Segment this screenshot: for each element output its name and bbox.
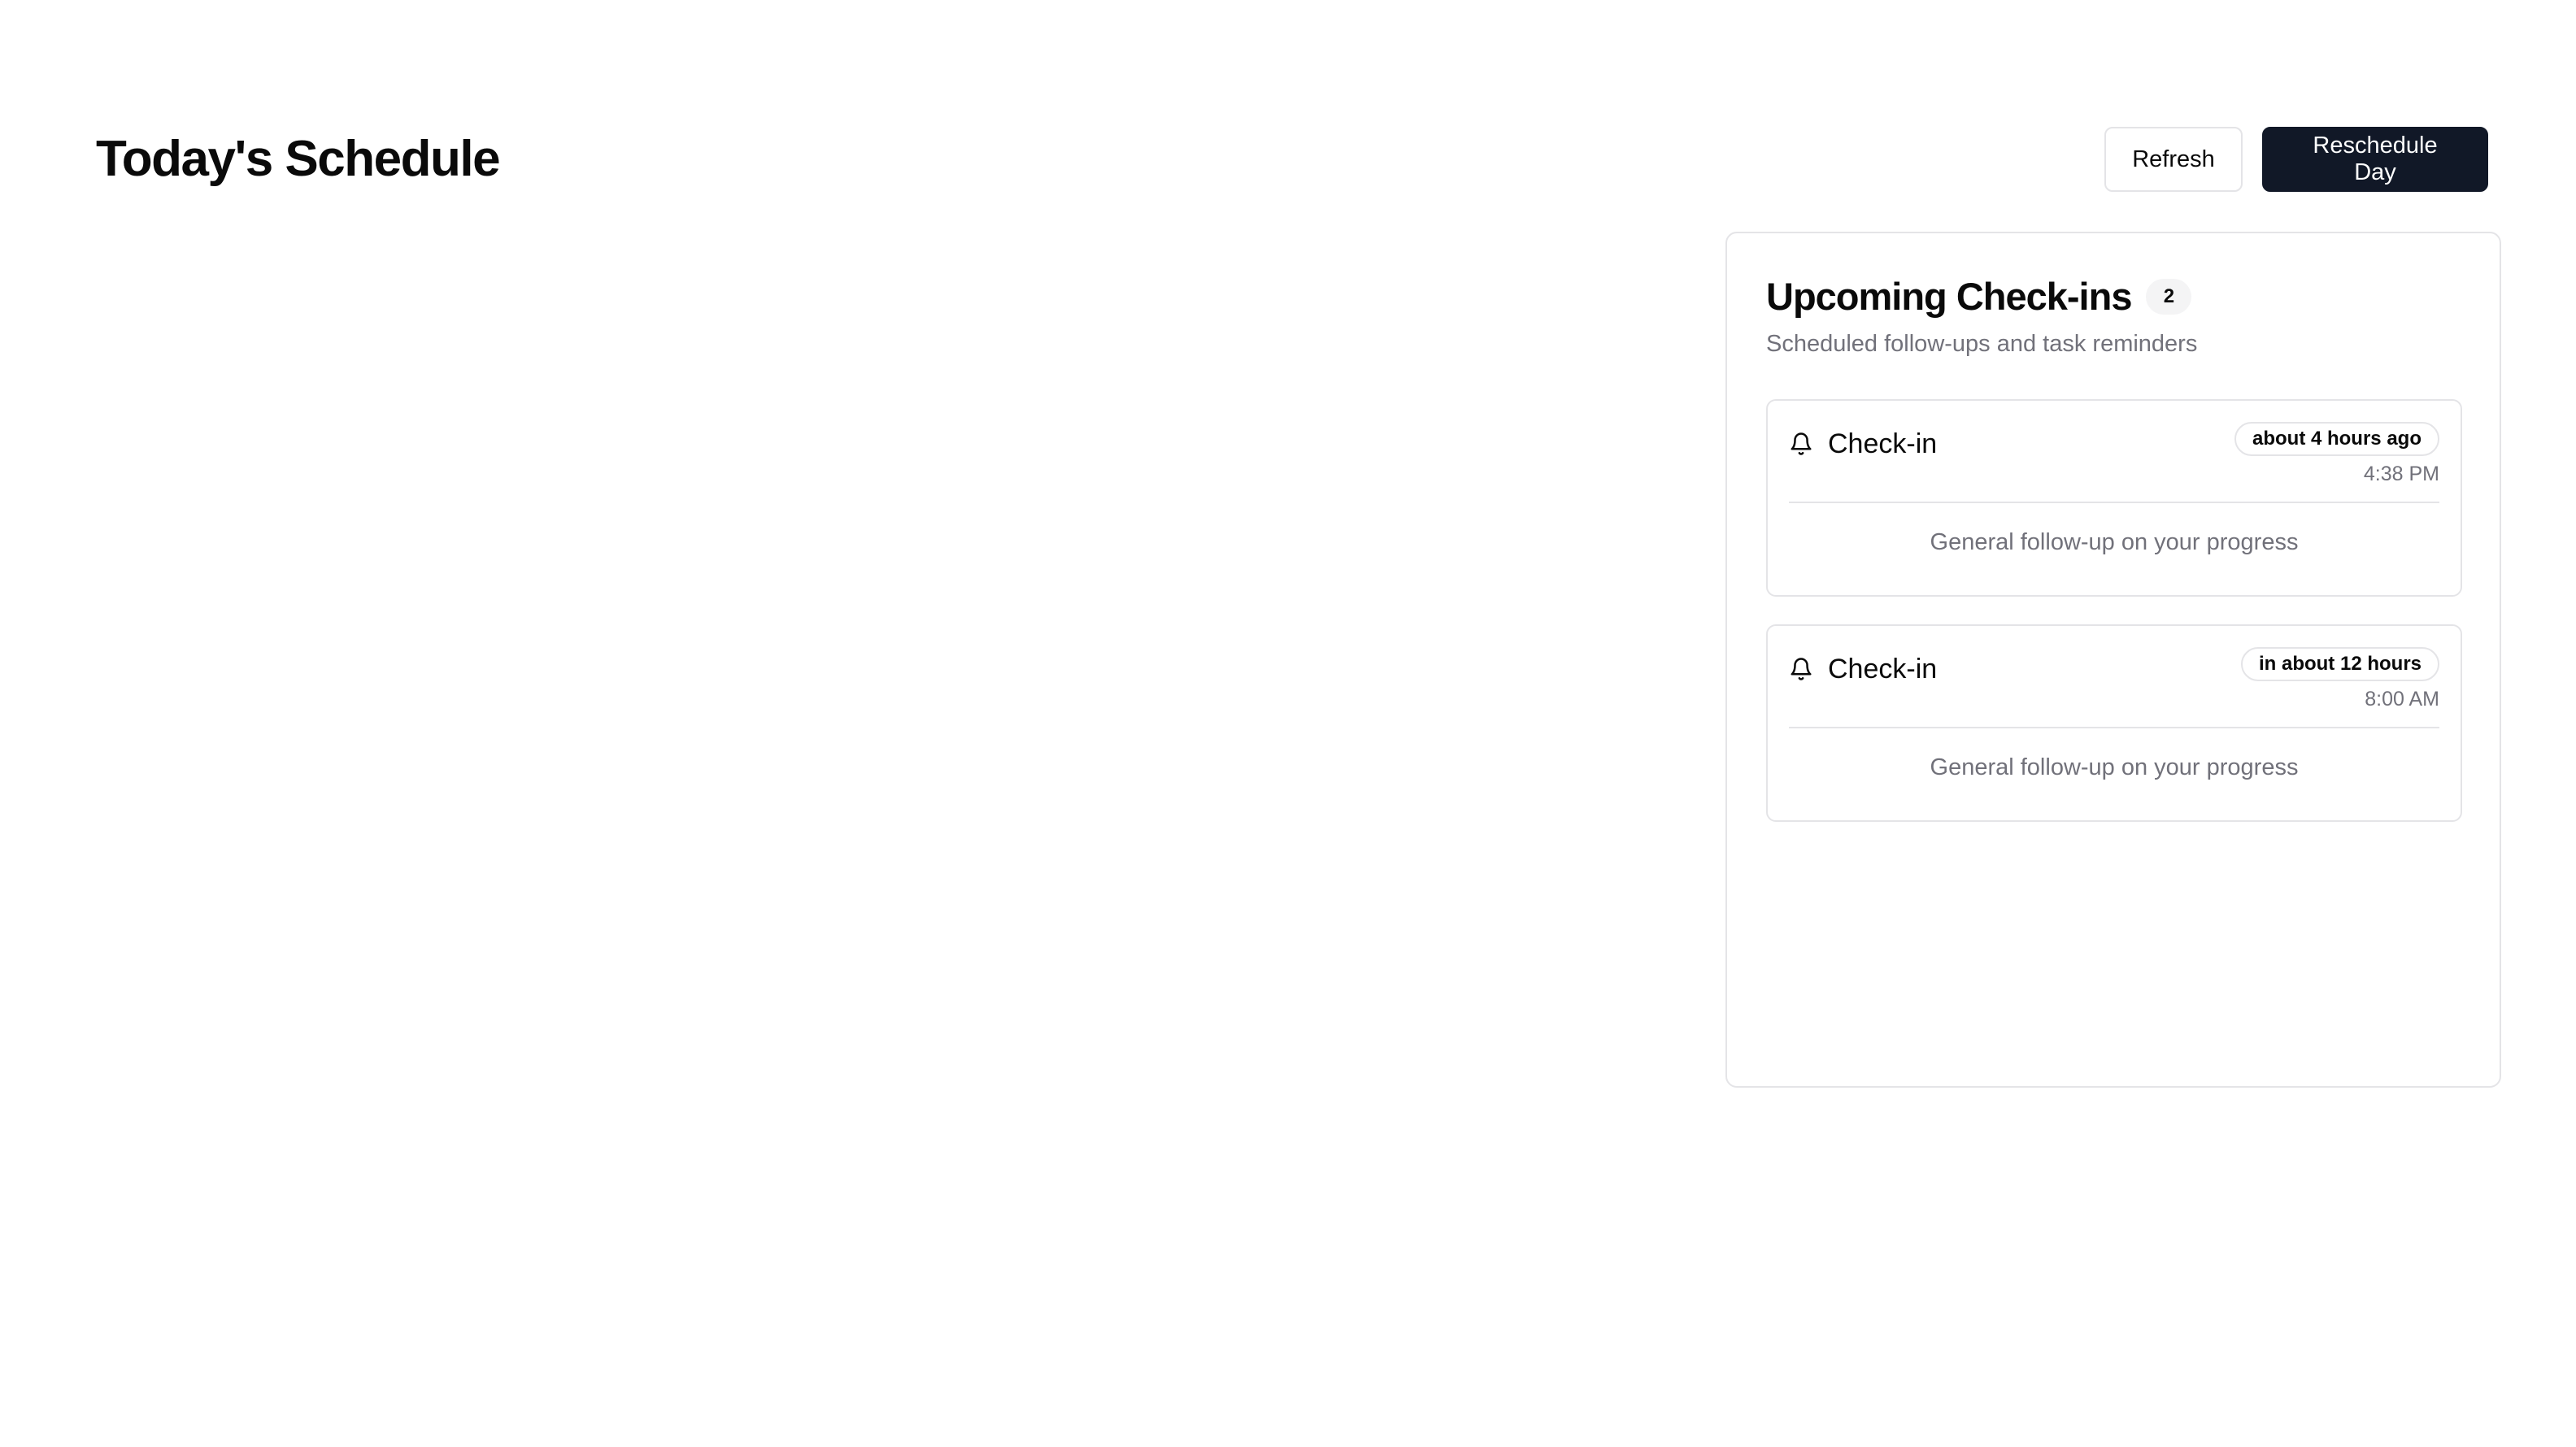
bell-icon <box>1789 432 1813 456</box>
checkin-card-header: Check-in in about 12 hours 8:00 AM <box>1789 647 2439 728</box>
schedule-page: Today's Schedule Refresh Reschedule Day … <box>0 0 2576 1447</box>
checkin-count-badge: 2 <box>2146 279 2192 315</box>
reschedule-day-button[interactable]: Reschedule Day <box>2262 127 2488 192</box>
checkin-list: Check-in about 4 hours ago 4:38 PM Gener… <box>1766 399 2462 822</box>
panel-subtitle: Scheduled follow-ups and task reminders <box>1766 331 2198 357</box>
upcoming-checkins-panel: Upcoming Check-ins 2 Scheduled follow-up… <box>1725 232 2501 1088</box>
panel-title: Upcoming Check-ins <box>1766 275 2132 318</box>
relative-time-badge: about 4 hours ago <box>2234 422 2439 456</box>
checkin-time: 8:00 AM <box>2365 688 2439 710</box>
refresh-button[interactable]: Refresh <box>2104 127 2243 192</box>
checkin-card[interactable]: Check-in about 4 hours ago 4:38 PM Gener… <box>1766 399 2462 597</box>
checkin-title-group: Check-in <box>1789 652 1937 686</box>
checkin-card-header: Check-in about 4 hours ago 4:38 PM <box>1789 422 2439 503</box>
checkin-meta: in about 12 hours 8:00 AM <box>2240 647 2439 711</box>
checkin-description: General follow-up on your progress <box>1930 754 2299 780</box>
checkin-meta: about 4 hours ago 4:38 PM <box>2234 422 2439 486</box>
checkin-time: 4:38 PM <box>2363 463 2439 485</box>
checkin-description: General follow-up on your progress <box>1930 529 2299 555</box>
checkin-title: Check-in <box>1828 428 1938 459</box>
checkin-card[interactable]: Check-in in about 12 hours 8:00 AM Gener… <box>1766 624 2462 822</box>
checkin-title: Check-in <box>1828 654 1938 684</box>
panel-header: Upcoming Check-ins 2 <box>1766 272 2461 321</box>
bell-icon <box>1789 657 1813 681</box>
relative-time-badge: in about 12 hours <box>2240 647 2439 681</box>
header-actions: Refresh Reschedule Day <box>2104 127 2488 192</box>
page-title: Today's Schedule <box>96 131 501 187</box>
checkin-title-group: Check-in <box>1789 427 1937 461</box>
